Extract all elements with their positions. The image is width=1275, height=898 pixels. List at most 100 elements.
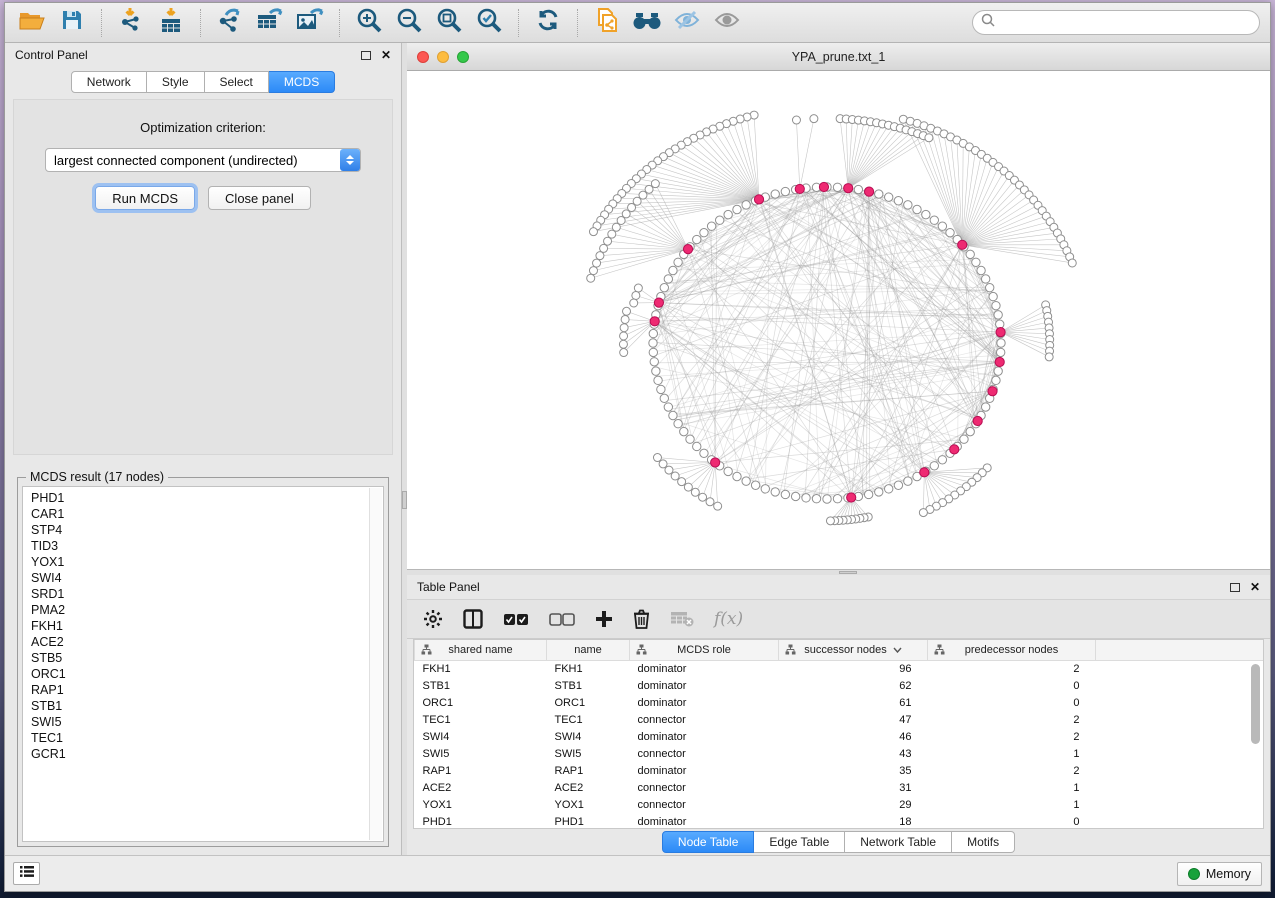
graph-node[interactable] [700, 449, 708, 457]
graph-mcds-node[interactable] [795, 184, 804, 193]
graph-node[interactable] [699, 493, 707, 501]
mcds-result-item[interactable]: PMA2 [31, 602, 383, 618]
mcds-result-item[interactable]: ACE2 [31, 634, 383, 650]
horizontal-splitter[interactable] [407, 570, 1270, 575]
task-history-button[interactable] [13, 862, 40, 885]
graph-node[interactable] [649, 339, 657, 347]
graph-node[interactable] [996, 348, 1004, 356]
graph-node[interactable] [664, 403, 672, 411]
graph-node[interactable] [587, 274, 595, 282]
mcds-result-item[interactable]: PHD1 [31, 490, 383, 506]
table-cell[interactable]: 61 [779, 694, 928, 711]
table-cell[interactable]: connector [630, 796, 779, 813]
graph-node[interactable] [864, 490, 872, 498]
graph-mcds-node[interactable] [711, 458, 720, 467]
graph-node[interactable] [630, 299, 638, 307]
mcds-result-item[interactable]: SWI4 [31, 570, 383, 586]
mcds-result-item[interactable]: FKH1 [31, 618, 383, 634]
table-cell[interactable]: SWI5 [547, 745, 630, 762]
graph-node[interactable] [826, 517, 834, 525]
table-cell[interactable]: STB1 [547, 677, 630, 694]
tab-network-table[interactable]: Network Table [845, 831, 952, 853]
add-column-button[interactable] [595, 610, 613, 628]
graph-node[interactable] [733, 472, 741, 480]
graph-node[interactable] [925, 134, 933, 142]
column-header-predecessor-nodes[interactable]: predecessor nodes [928, 640, 1096, 660]
table-cell[interactable]: 0 [928, 813, 1096, 829]
graph-node[interactable] [715, 216, 723, 224]
graph-node[interactable] [700, 228, 708, 236]
graph-node[interactable] [650, 358, 658, 366]
graph-node[interactable] [854, 185, 862, 193]
graph-node[interactable] [875, 190, 883, 198]
column-layout-button[interactable] [463, 609, 483, 629]
graph-mcds-node[interactable] [973, 416, 982, 425]
table-cell[interactable]: 2 [928, 711, 1096, 728]
graph-node[interactable] [742, 201, 750, 209]
table-row[interactable]: PHD1PHD1dominator180 [415, 813, 1265, 829]
graph-node[interactable] [669, 411, 677, 419]
graph-node[interactable] [621, 315, 629, 323]
import-network-button[interactable] [114, 7, 148, 39]
zoom-fit-button[interactable] [432, 7, 466, 39]
table-cell[interactable]: 29 [779, 796, 928, 813]
table-row[interactable]: TEC1TEC1connector472 [415, 711, 1265, 728]
tab-mcds[interactable]: MCDS [269, 71, 335, 93]
vertical-splitter[interactable] [401, 43, 407, 855]
table-cell[interactable]: PHD1 [415, 813, 547, 829]
refresh-button[interactable] [531, 7, 565, 39]
table-cell[interactable]: 43 [779, 745, 928, 762]
graph-node[interactable] [693, 442, 701, 450]
table-cell[interactable]: ORC1 [415, 694, 547, 711]
graph-node[interactable] [659, 460, 667, 468]
graph-node[interactable] [674, 420, 682, 428]
graph-node[interactable] [733, 205, 741, 213]
graph-node[interactable] [930, 462, 938, 470]
graph-node[interactable] [894, 481, 902, 489]
graph-node[interactable] [653, 454, 661, 462]
graph-mcds-node[interactable] [988, 387, 997, 396]
table-cell[interactable]: 2 [928, 660, 1096, 677]
table-cell[interactable]: 0 [928, 677, 1096, 694]
graph-node[interactable] [875, 488, 883, 496]
graph-node[interactable] [761, 485, 769, 493]
table-cell[interactable]: PHD1 [547, 813, 630, 829]
close-panel-icon[interactable]: ✕ [381, 49, 391, 61]
splitter-grip[interactable] [402, 491, 407, 509]
graph-node[interactable] [619, 340, 627, 348]
table-cell[interactable]: connector [630, 745, 779, 762]
graph-node[interactable] [833, 495, 841, 503]
graph-node[interactable] [992, 301, 1000, 309]
run-mcds-button[interactable]: Run MCDS [95, 186, 195, 210]
graph-node[interactable] [632, 291, 640, 299]
table-cell[interactable]: TEC1 [547, 711, 630, 728]
graph-node[interactable] [922, 210, 930, 218]
column-header-successor-nodes[interactable]: successor nodes [779, 640, 928, 660]
memory-button[interactable]: Memory [1177, 862, 1262, 886]
graph-mcds-node[interactable] [654, 298, 663, 307]
table-cell[interactable]: dominator [630, 660, 779, 677]
graph-node[interactable] [600, 244, 608, 252]
table-cell[interactable]: connector [630, 711, 779, 728]
graph-node[interactable] [724, 467, 732, 475]
float-panel-icon[interactable] [361, 51, 371, 60]
graph-node[interactable] [994, 311, 1002, 319]
table-cell[interactable]: SWI4 [547, 728, 630, 745]
close-panel-button[interactable]: Close panel [208, 186, 311, 210]
table-cell[interactable]: RAP1 [547, 762, 630, 779]
network-canvas[interactable] [407, 71, 1270, 569]
select-all-columns-button[interactable] [503, 613, 529, 626]
splitter-grip[interactable] [839, 571, 857, 574]
graph-node[interactable] [674, 258, 682, 266]
table-cell[interactable]: 46 [779, 728, 928, 745]
zoom-in-button[interactable] [352, 7, 386, 39]
table-cell[interactable]: 96 [779, 660, 928, 677]
table-row[interactable]: YOX1YOX1connector291 [415, 796, 1265, 813]
float-panel-icon[interactable] [1230, 583, 1240, 592]
import-table-button[interactable] [154, 7, 188, 39]
mcds-result-item[interactable]: TEC1 [31, 730, 383, 746]
graph-mcds-node[interactable] [996, 328, 1005, 337]
table-cell[interactable]: dominator [630, 728, 779, 745]
graph-node[interactable] [791, 492, 799, 500]
graph-node[interactable] [792, 116, 800, 124]
